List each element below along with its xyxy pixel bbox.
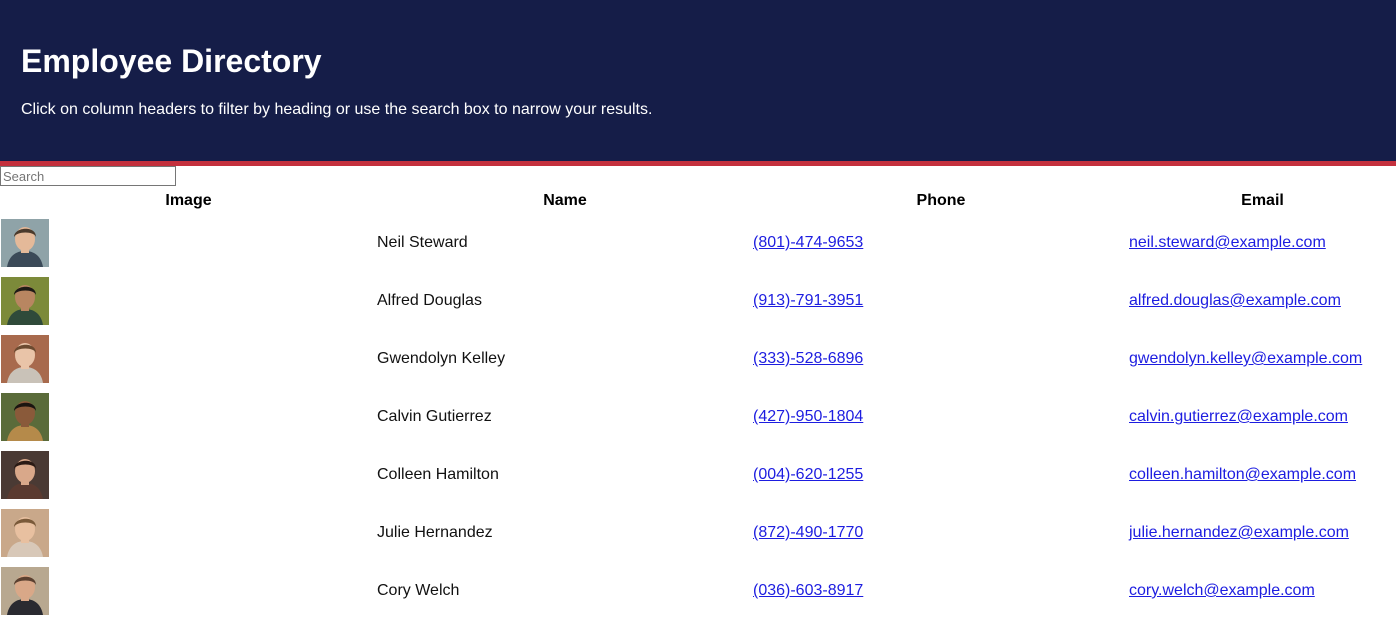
image-cell bbox=[0, 330, 377, 388]
email-cell: neil.steward@example.com bbox=[1129, 214, 1396, 272]
phone-link[interactable]: (913)-791-3951 bbox=[753, 292, 863, 309]
image-cell bbox=[0, 388, 377, 446]
employee-name: Gwendolyn Kelley bbox=[377, 350, 506, 367]
email-link[interactable]: calvin.gutierrez@example.com bbox=[1129, 408, 1348, 425]
table-row: Colleen Hamilton (004)-620-1255 colleen.ha… bbox=[0, 446, 1396, 504]
phone-cell: (036)-603-8917 bbox=[753, 562, 1129, 620]
employee-photo bbox=[1, 567, 49, 615]
employee-name: Julie Hernandez bbox=[377, 524, 493, 541]
phone-cell: (872)-490-1770 bbox=[753, 504, 1129, 562]
table-row: Calvin Gutierrez (427)-950-1804 calvin.gut… bbox=[0, 388, 1396, 446]
phone-link[interactable]: (427)-950-1804 bbox=[753, 408, 863, 425]
image-cell bbox=[0, 504, 377, 562]
email-cell: alfred.douglas@example.com bbox=[1129, 272, 1396, 330]
phone-link[interactable]: (036)-603-8917 bbox=[753, 582, 863, 599]
employee-photo bbox=[1, 393, 49, 441]
image-cell bbox=[0, 446, 377, 504]
phone-cell: (004)-620-1255 bbox=[753, 446, 1129, 504]
employee-name: Alfred Douglas bbox=[377, 292, 482, 309]
employee-photo bbox=[1, 219, 49, 267]
table-row: Neil Steward (801)-474-9653 neil.steward@e… bbox=[0, 214, 1396, 272]
column-header-email[interactable]: Email bbox=[1129, 188, 1396, 214]
image-cell bbox=[0, 562, 377, 620]
table-row: Julie Hernandez (872)-490-1770 julie.herna… bbox=[0, 504, 1396, 562]
email-cell: julie.hernandez@example.com bbox=[1129, 504, 1396, 562]
table-row: Gwendolyn Kelley (333)-528-6896 gwendolyn.… bbox=[0, 330, 1396, 388]
table-row: Alfred Douglas (913)-791-3951 alfred.dougl… bbox=[0, 272, 1396, 330]
email-cell: calvin.gutierrez@example.com bbox=[1129, 388, 1396, 446]
column-header-image[interactable]: Image bbox=[0, 188, 377, 214]
employee-name: Neil Steward bbox=[377, 234, 468, 251]
column-header-phone[interactable]: Phone bbox=[753, 188, 1129, 214]
employee-photo bbox=[1, 277, 49, 325]
table-header-row: Image Name Phone Email bbox=[0, 188, 1396, 214]
phone-link[interactable]: (872)-490-1770 bbox=[753, 524, 863, 541]
employee-name: Calvin Gutierrez bbox=[377, 408, 492, 425]
phone-link[interactable]: (004)-620-1255 bbox=[753, 466, 863, 483]
email-link[interactable]: gwendolyn.kelley@example.com bbox=[1129, 350, 1362, 367]
phone-link[interactable]: (333)-528-6896 bbox=[753, 350, 863, 367]
email-link[interactable]: alfred.douglas@example.com bbox=[1129, 292, 1341, 309]
table-row: Cory Welch (036)-603-8917 cory.welch@examp… bbox=[0, 562, 1396, 620]
page-header: Employee Directory Click on column heade… bbox=[0, 0, 1396, 161]
phone-link[interactable]: (801)-474-9653 bbox=[753, 234, 863, 251]
email-link[interactable]: neil.steward@example.com bbox=[1129, 234, 1326, 251]
email-link[interactable]: colleen.hamilton@example.com bbox=[1129, 466, 1356, 483]
employee-table: Image Name Phone Email Neil Steward (801)… bbox=[0, 188, 1396, 620]
employee-photo bbox=[1, 509, 49, 557]
phone-cell: (801)-474-9653 bbox=[753, 214, 1129, 272]
employee-photo bbox=[1, 451, 49, 499]
phone-cell: (427)-950-1804 bbox=[753, 388, 1129, 446]
search-input[interactable] bbox=[0, 166, 176, 186]
page-subtitle: Click on column headers to filter by hea… bbox=[21, 101, 653, 118]
email-cell: cory.welch@example.com bbox=[1129, 562, 1396, 620]
page-title: Employee Directory bbox=[21, 43, 322, 79]
email-link[interactable]: julie.hernandez@example.com bbox=[1129, 524, 1349, 541]
employee-name: Colleen Hamilton bbox=[377, 466, 499, 483]
phone-cell: (333)-528-6896 bbox=[753, 330, 1129, 388]
email-cell: gwendolyn.kelley@example.com bbox=[1129, 330, 1396, 388]
header-divider bbox=[0, 161, 1396, 166]
email-cell: colleen.hamilton@example.com bbox=[1129, 446, 1396, 504]
employee-photo bbox=[1, 335, 49, 383]
employee-name: Cory Welch bbox=[377, 582, 460, 599]
column-header-name[interactable]: Name bbox=[377, 188, 753, 214]
email-link[interactable]: cory.welch@example.com bbox=[1129, 582, 1315, 599]
phone-cell: (913)-791-3951 bbox=[753, 272, 1129, 330]
image-cell bbox=[0, 214, 377, 272]
image-cell bbox=[0, 272, 377, 330]
